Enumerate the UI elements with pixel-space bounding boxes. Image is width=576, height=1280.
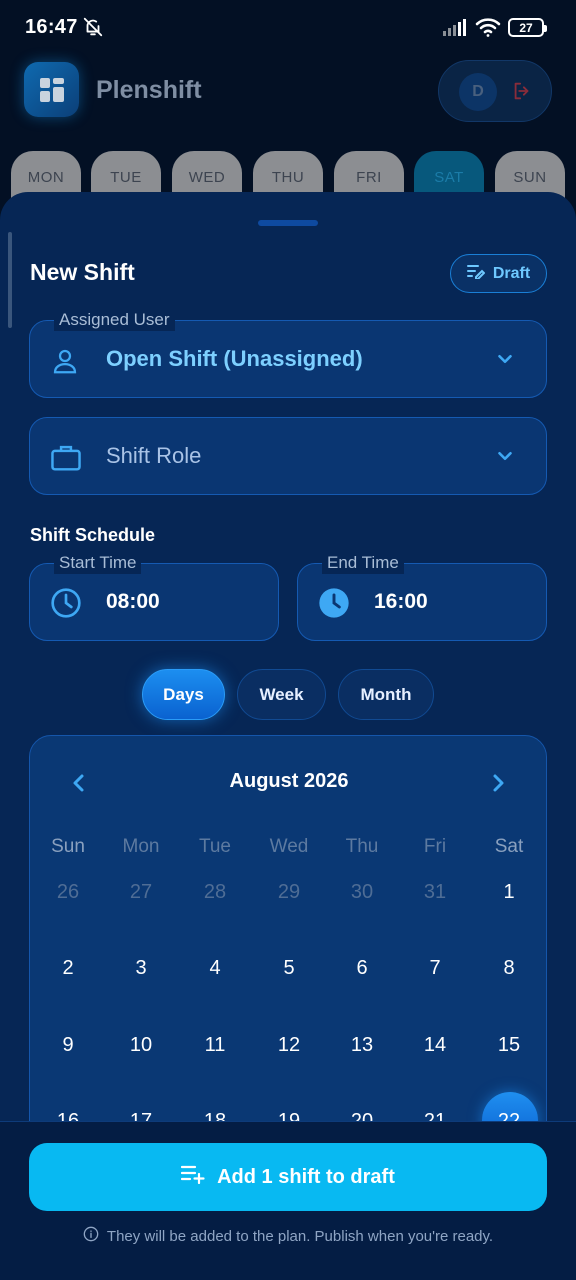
draft-button[interactable]: Draft xyxy=(450,254,547,293)
draft-icon xyxy=(466,263,486,284)
bottom-action-bar: Add 1 shift to draft They will be added … xyxy=(0,1121,576,1280)
chevron-right-icon[interactable] xyxy=(489,772,507,799)
add-shift-label: Add 1 shift to draft xyxy=(217,1165,395,1188)
view-month-button[interactable]: Month xyxy=(338,669,434,720)
calendar-day[interactable]: 1 xyxy=(474,881,544,904)
calendar-day[interactable]: 2 xyxy=(33,957,103,980)
calendar-day[interactable]: 26 xyxy=(33,881,103,904)
view-days-button[interactable]: Days xyxy=(142,669,225,720)
add-to-list-icon xyxy=(181,1164,205,1190)
person-icon xyxy=(50,346,80,381)
publish-hint-text: They will be added to the plan. Publish … xyxy=(106,1227,494,1245)
clock-filled-icon xyxy=(318,587,350,624)
calendar: August 2026 Sun Mon Tue Wed Thu Fri Sat 26 27 28 2… xyxy=(29,735,547,1155)
weekday-header: Thu xyxy=(345,836,379,857)
weekday-header: Tue xyxy=(198,836,232,857)
start-time-value: 08:00 xyxy=(106,590,160,613)
scrollbar[interactable] xyxy=(8,232,12,328)
calendar-day[interactable]: 4 xyxy=(180,957,250,980)
avatar[interactable]: D xyxy=(459,73,497,111)
draft-label: Draft xyxy=(492,264,531,282)
weekday-header: Sun xyxy=(51,836,85,857)
calendar-day[interactable]: 15 xyxy=(474,1034,544,1057)
publish-hint: They will be added to the plan. Publish … xyxy=(0,1226,576,1246)
app-name: Plenshift xyxy=(96,76,202,104)
new-shift-sheet: New Shift Draft Assigned User Open Shift… xyxy=(0,192,576,1280)
shift-role-select[interactable]: Shift Role xyxy=(29,417,547,495)
calendar-day[interactable]: 11 xyxy=(180,1034,250,1057)
calendar-day[interactable]: 9 xyxy=(33,1034,103,1057)
add-shift-to-draft-button[interactable]: Add 1 shift to draft xyxy=(29,1143,547,1211)
weekday-header: Wed xyxy=(269,836,309,857)
calendar-day[interactable]: 5 xyxy=(254,957,324,980)
app-header: Plenshift D xyxy=(0,56,576,146)
clock-icon xyxy=(50,587,82,624)
sheet-title: New Shift xyxy=(30,259,135,285)
mute-icon xyxy=(82,16,104,43)
end-time-field[interactable]: End Time 16:00 xyxy=(297,552,547,641)
assigned-user-label: Assigned User xyxy=(54,309,175,331)
shift-role-placeholder: Shift Role xyxy=(106,443,202,468)
account-pill[interactable]: D xyxy=(438,60,552,122)
shift-schedule-title: Shift Schedule xyxy=(30,525,156,545)
view-week-button[interactable]: Week xyxy=(237,669,326,720)
logout-icon[interactable] xyxy=(511,80,533,107)
calendar-day[interactable]: 13 xyxy=(327,1034,397,1057)
end-time-label: End Time xyxy=(322,552,404,574)
weekday-header: Fri xyxy=(423,836,447,857)
calendar-day[interactable]: 10 xyxy=(106,1034,176,1057)
calendar-day[interactable]: 6 xyxy=(327,957,397,980)
signal-icon xyxy=(442,19,468,42)
calendar-day[interactable]: 28 xyxy=(180,881,250,904)
info-icon xyxy=(83,1226,99,1246)
wifi-icon xyxy=(475,16,501,43)
start-time-field[interactable]: Start Time 08:00 xyxy=(29,552,279,641)
calendar-day[interactable]: 14 xyxy=(400,1034,470,1057)
calendar-day[interactable]: 27 xyxy=(106,881,176,904)
chevron-down-icon xyxy=(494,445,516,472)
calendar-day[interactable]: 7 xyxy=(400,957,470,980)
app-logo-icon xyxy=(24,62,79,117)
status-bar: 16:47 27 xyxy=(0,0,576,56)
assigned-user-value: Open Shift (Unassigned) xyxy=(106,346,363,371)
end-time-value: 16:00 xyxy=(374,590,428,613)
start-time-label: Start Time xyxy=(54,552,142,574)
weekday-header: Mon xyxy=(122,836,160,857)
weekday-header: Sat xyxy=(494,836,524,857)
battery-icon: 27 xyxy=(508,18,547,37)
sheet-drag-handle[interactable] xyxy=(258,220,318,226)
calendar-day[interactable]: 30 xyxy=(327,881,397,904)
calendar-day[interactable]: 8 xyxy=(474,957,544,980)
chevron-down-icon xyxy=(494,348,516,375)
assigned-user-select[interactable]: Assigned User Open Shift (Unassigned) xyxy=(29,309,547,398)
calendar-month-label: August 2026 xyxy=(229,770,349,792)
calendar-day[interactable]: 31 xyxy=(400,881,470,904)
calendar-day[interactable]: 29 xyxy=(254,881,324,904)
calendar-day[interactable]: 3 xyxy=(106,957,176,980)
briefcase-icon xyxy=(50,442,82,477)
calendar-day[interactable]: 12 xyxy=(254,1034,324,1057)
status-time: 16:47 xyxy=(25,16,78,38)
